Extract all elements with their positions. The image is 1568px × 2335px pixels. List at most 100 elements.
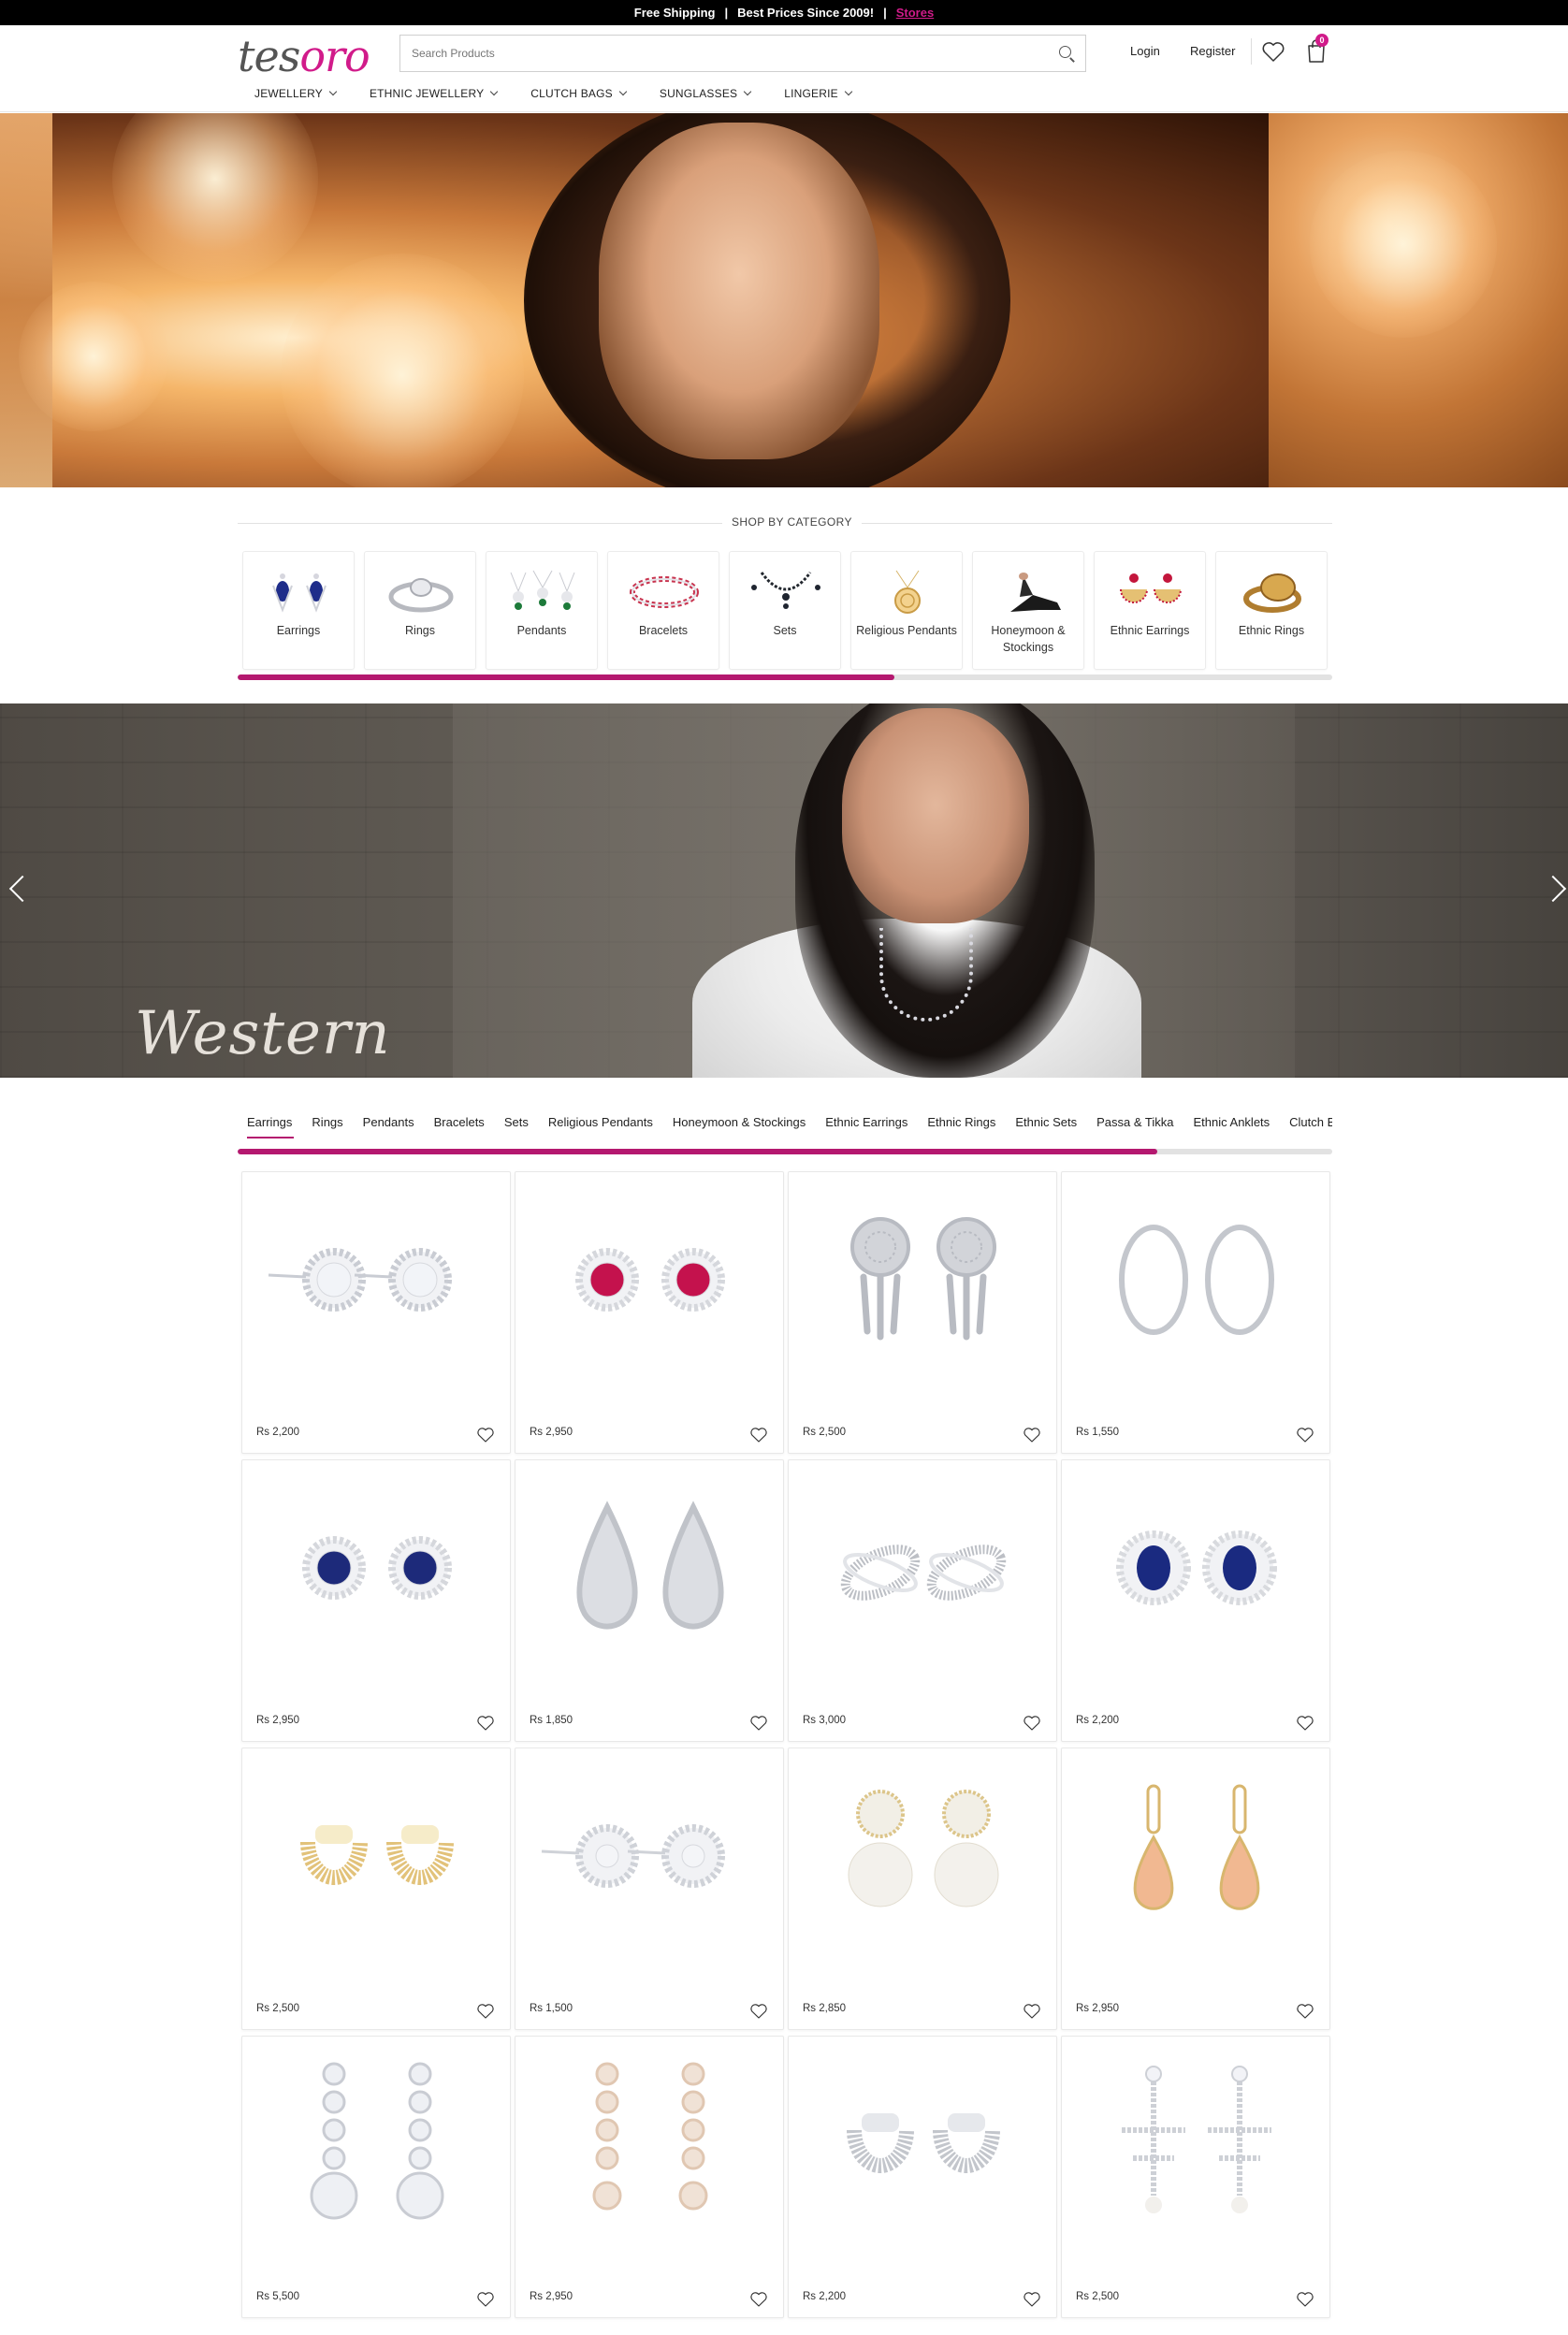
tab-rings[interactable]: Rings	[312, 1115, 342, 1138]
category-bracelets[interactable]: Bracelets	[607, 551, 719, 670]
tesoro-logo[interactable]: tesoro	[238, 31, 370, 81]
category-rings[interactable]: Rings	[364, 551, 476, 670]
tab-sets[interactable]: Sets	[504, 1115, 529, 1138]
tab-ethnic-anklets[interactable]: Ethnic Anklets	[1194, 1115, 1270, 1138]
product-card[interactable]: Rs 2,950	[1061, 1748, 1330, 2030]
product-image[interactable]	[1081, 1479, 1313, 1666]
wishlist-heart-icon[interactable]	[1296, 1427, 1314, 1443]
wishlist-heart-icon[interactable]	[1023, 1427, 1041, 1443]
tabs-scrollbar-thumb[interactable]	[238, 1149, 1157, 1154]
product-category-tabs: Earrings Rings Pendants Bracelets Sets R…	[247, 1115, 1332, 1138]
product-card[interactable]: Rs 1,550	[1061, 1171, 1330, 1454]
wishlist-heart-icon[interactable]	[1296, 2003, 1314, 2020]
product-image[interactable]	[261, 1191, 493, 1378]
category-label: Religious Pendants	[856, 624, 957, 637]
tab-bracelets[interactable]: Bracelets	[434, 1115, 485, 1138]
product-image[interactable]	[261, 1767, 493, 1954]
product-image[interactable]	[1081, 2055, 1313, 2242]
product-card[interactable]: Rs 2,200	[241, 1171, 511, 1454]
product-card[interactable]: Rs 1,850	[515, 1459, 784, 1742]
tab-ethnic-rings[interactable]: Ethnic Rings	[927, 1115, 995, 1138]
product-image[interactable]	[534, 2055, 766, 2242]
product-image[interactable]	[534, 1479, 766, 1666]
product-image[interactable]	[261, 1479, 493, 1666]
separator: |	[883, 6, 887, 20]
tab-ethnic-sets[interactable]: Ethnic Sets	[1015, 1115, 1077, 1138]
wishlist-heart-icon[interactable]	[749, 1715, 768, 1732]
wishlist-heart-icon[interactable]	[476, 2291, 495, 2308]
category-ethnic-earrings[interactable]: Ethnic Earrings	[1094, 551, 1206, 670]
product-image[interactable]	[1081, 1191, 1313, 1378]
tab-honeymoon-stockings[interactable]: Honeymoon & Stockings	[673, 1115, 806, 1138]
menu-item-ethnic-jewellery[interactable]: ETHNIC JEWELLERY	[370, 87, 499, 100]
product-card[interactable]: Rs 5,500	[241, 2036, 511, 2318]
wishlist-heart-icon[interactable]	[1023, 1715, 1041, 1732]
menu-item-jewellery[interactable]: JEWELLERY	[254, 87, 338, 100]
wishlist-heart-icon[interactable]	[476, 1715, 495, 1732]
product-image[interactable]	[807, 2055, 1039, 2242]
religious-pendant-icon	[894, 570, 921, 614]
product-card[interactable]: Rs 2,200	[788, 2036, 1057, 2318]
wishlist-heart-icon[interactable]	[476, 2003, 495, 2020]
tab-earrings[interactable]: Earrings	[247, 1115, 295, 1138]
tab-religious-pendants[interactable]: Religious Pendants	[548, 1115, 653, 1138]
category-sets[interactable]: Sets	[729, 551, 841, 670]
wishlist-heart-icon[interactable]	[1296, 2291, 1314, 2308]
wishlist-heart-icon[interactable]	[476, 1427, 495, 1443]
login-link[interactable]: Login	[1130, 44, 1160, 58]
product-card[interactable]: Rs 2,500	[788, 1171, 1057, 1454]
product-card[interactable]: Rs 1,500	[515, 1748, 784, 2030]
wishlist-heart-icon[interactable]	[749, 2003, 768, 2020]
western-banner[interactable]: Western	[0, 703, 1568, 1078]
tab-passa-tikka[interactable]: Passa & Tikka	[1096, 1115, 1173, 1138]
product-image[interactable]	[534, 1191, 766, 1378]
product-card[interactable]: Rs 2,850	[788, 1748, 1057, 2030]
category-label: Pendants	[516, 624, 567, 637]
product-image[interactable]	[261, 2055, 493, 2242]
product-card[interactable]: Rs 2,200	[1061, 1459, 1330, 1742]
chevron-down-icon	[844, 87, 853, 96]
tabs-scrollbar[interactable]	[238, 1149, 1332, 1154]
product-image[interactable]	[807, 1191, 1039, 1378]
stores-link[interactable]: Stores	[896, 6, 934, 20]
product-card[interactable]: Rs 2,950	[515, 1171, 784, 1454]
register-link[interactable]: Register	[1190, 44, 1235, 58]
search-icon[interactable]	[1048, 36, 1085, 71]
product-image[interactable]	[807, 1479, 1039, 1666]
product-price: Rs 2,500	[256, 2003, 300, 2014]
menu-item-label: SUNGLASSES	[659, 87, 738, 100]
banner-model-face	[842, 708, 1029, 923]
product-price: Rs 2,850	[803, 2003, 847, 2014]
hero-banner[interactable]	[0, 113, 1568, 487]
wishlist-heart-icon[interactable]	[1296, 1715, 1314, 1732]
wishlist-heart-icon[interactable]	[1023, 2291, 1041, 2308]
product-card[interactable]: Rs 2,500	[1061, 2036, 1330, 2318]
tab-clutch-bags[interactable]: Clutch Bags	[1289, 1115, 1332, 1138]
menu-item-lingerie[interactable]: LINGERIE	[784, 87, 853, 100]
category-scrollbar-thumb[interactable]	[238, 674, 894, 680]
category-scrollbar[interactable]	[238, 674, 1332, 680]
tab-pendants[interactable]: Pendants	[363, 1115, 414, 1138]
tab-ethnic-earrings[interactable]: Ethnic Earrings	[825, 1115, 907, 1138]
wishlist-heart-icon[interactable]	[1260, 38, 1286, 65]
stockings-icon	[1010, 573, 1061, 612]
category-ethnic-rings[interactable]: Ethnic Rings	[1215, 551, 1328, 670]
category-religious-pendants[interactable]: Religious Pendants	[850, 551, 963, 670]
menu-item-sunglasses[interactable]: SUNGLASSES	[659, 87, 752, 100]
product-image[interactable]	[1081, 1767, 1313, 1954]
product-card[interactable]: Rs 3,000	[788, 1459, 1057, 1742]
menu-item-clutch-bags[interactable]: CLUTCH BAGS	[530, 87, 628, 100]
product-card[interactable]: Rs 2,950	[241, 1459, 511, 1742]
wishlist-heart-icon[interactable]	[749, 1427, 768, 1443]
category-earrings[interactable]: Earrings	[242, 551, 355, 670]
category-pendants[interactable]: Pendants	[486, 551, 598, 670]
search-input[interactable]	[400, 36, 1048, 70]
product-card[interactable]: Rs 2,950	[515, 2036, 784, 2318]
product-image[interactable]	[534, 1767, 766, 1954]
product-card[interactable]: Rs 2,500	[241, 1748, 511, 2030]
wishlist-heart-icon[interactable]	[749, 2291, 768, 2308]
category-honeymoon-stockings[interactable]: Honeymoon & Stockings	[972, 551, 1084, 670]
wishlist-heart-icon[interactable]	[1023, 2003, 1041, 2020]
category-label: Ethnic Rings	[1238, 624, 1305, 637]
product-image[interactable]	[807, 1767, 1039, 1954]
